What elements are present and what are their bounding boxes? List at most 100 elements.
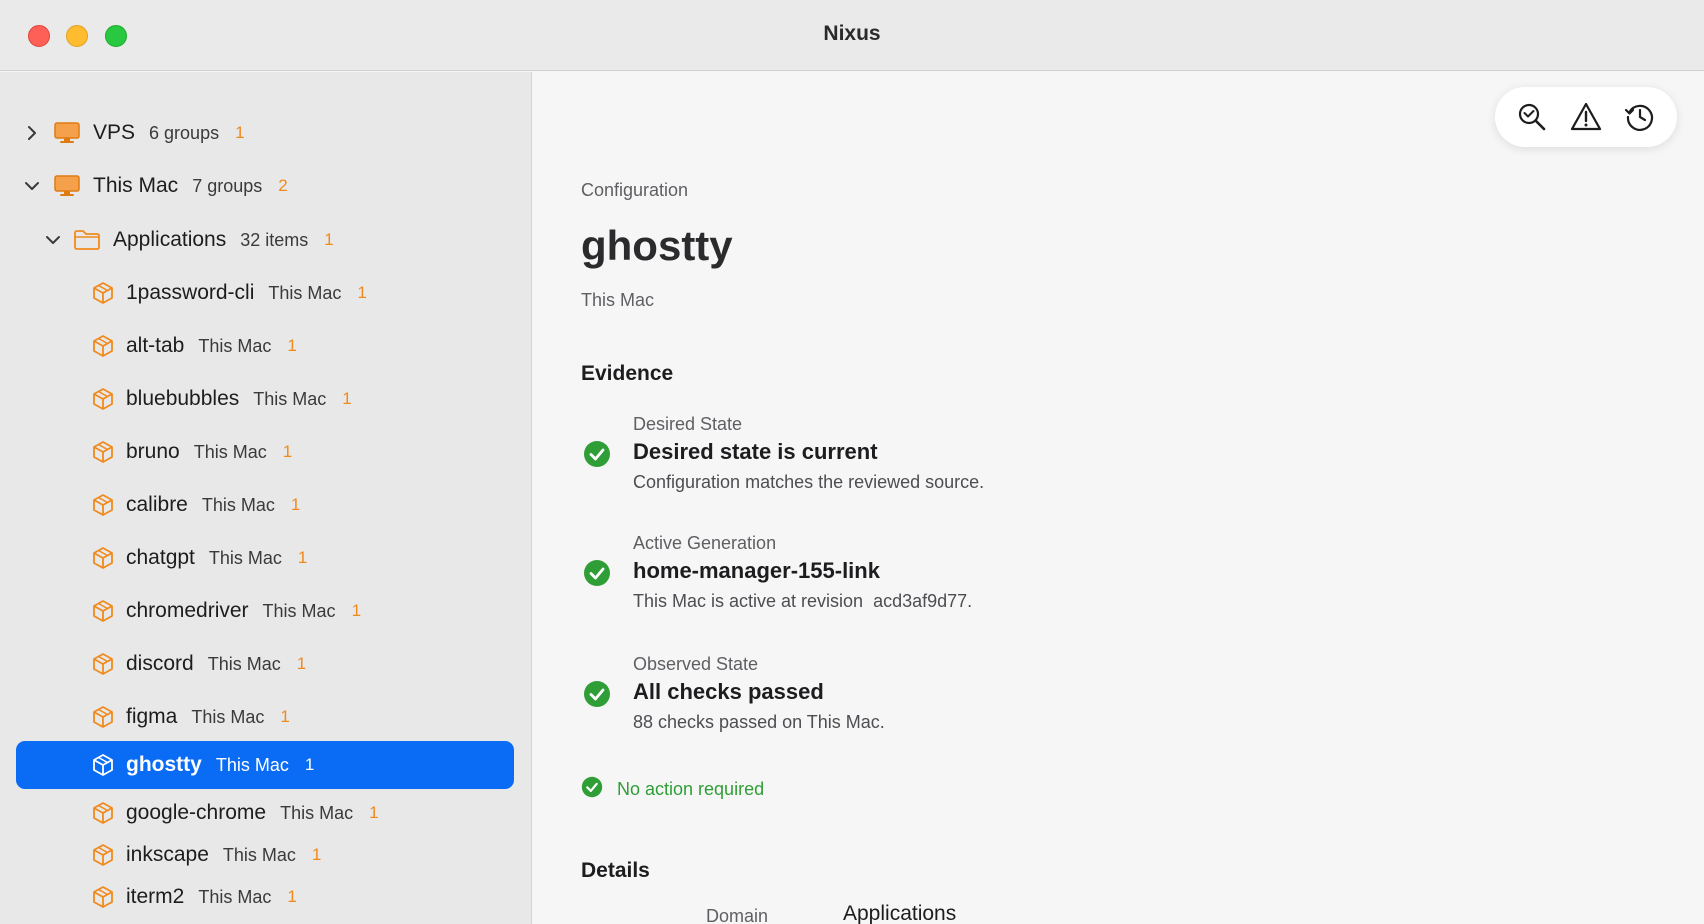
- sidebar-folder-count: 32 items: [240, 229, 309, 250]
- page-subtitle: This Mac: [581, 290, 655, 310]
- sidebar: VPS 6 groups 1 This Mac 7 groups 2 Appli: [0, 72, 532, 924]
- chevron-down-icon[interactable]: [23, 177, 41, 195]
- issue-count-badge: 1: [324, 230, 334, 249]
- zoom-search-button[interactable]: [1510, 95, 1554, 139]
- sidebar-item-host: This Mac: [215, 754, 289, 775]
- sidebar-group-count: 7 groups: [192, 175, 263, 196]
- evidence-description: This Mac is active at revision acd3af9d7…: [633, 591, 973, 611]
- evidence-headline: Desired state is current: [633, 439, 878, 464]
- sidebar-item-host: This Mac: [268, 282, 342, 303]
- sidebar-item-label: inkscape: [126, 843, 209, 866]
- sidebar-item-ghostty[interactable]: ghostty This Mac 1: [16, 741, 514, 789]
- sidebar-item-host: This Mac: [201, 494, 275, 515]
- sidebar-group-count: 6 groups: [149, 122, 220, 143]
- sidebar-item-chatgpt[interactable]: chatgpt This Mac 1: [16, 534, 514, 582]
- title-bar: Nixus: [0, 0, 1704, 71]
- check-circle-icon: [581, 776, 603, 803]
- sidebar-item-1password-cli[interactable]: 1password-cli This Mac 1: [16, 269, 514, 317]
- sidebar-item-inkscape[interactable]: inkscape This Mac 1: [16, 831, 514, 879]
- issue-count-badge: 1: [357, 283, 367, 302]
- sidebar-folder-label: Applications: [113, 228, 227, 251]
- issue-count-badge: 1: [280, 707, 290, 726]
- details-value: Applications: [843, 902, 957, 924]
- evidence-label: Desired State: [633, 414, 743, 434]
- package-icon: [92, 334, 114, 358]
- sidebar-item-host: This Mac: [193, 441, 267, 462]
- issue-count-badge: 1: [297, 548, 308, 567]
- package-icon: [92, 387, 114, 411]
- sidebar-group-label: VPS: [93, 121, 136, 144]
- details-key: Domain: [706, 906, 769, 924]
- sidebar-item-host: This Mac: [208, 547, 282, 568]
- package-icon: [92, 843, 114, 867]
- sidebar-folder-applications[interactable]: Applications 32 items 1: [16, 216, 514, 264]
- sidebar-item-host: This Mac: [198, 335, 272, 356]
- evidence-label: Active Generation: [633, 533, 777, 553]
- details-row-domain: Domain Applications: [581, 902, 1181, 924]
- evidence-description: 88 checks passed on This Mac.: [633, 712, 885, 732]
- sidebar-group-this-mac[interactable]: This Mac 7 groups 2: [16, 162, 514, 210]
- package-icon: [92, 546, 114, 570]
- detail-pane: Configuration ghostty This Mac Evidence …: [533, 72, 1704, 924]
- evidence-description: Configuration matches the reviewed sourc…: [633, 472, 985, 492]
- package-icon: [92, 281, 114, 305]
- sidebar-item-label: ghostty: [126, 753, 202, 776]
- chevron-right-icon[interactable]: [23, 124, 41, 142]
- package-icon: [92, 652, 114, 676]
- sidebar-item-label: google-chrome: [126, 801, 267, 824]
- sidebar-item-host: This Mac: [262, 600, 336, 621]
- issue-count-badge: 1: [304, 755, 315, 774]
- issue-count-badge: 1: [290, 495, 301, 514]
- sidebar-item-label: calibre: [126, 493, 188, 516]
- issue-count-badge: 1: [296, 654, 307, 673]
- chevron-down-icon[interactable]: [44, 231, 62, 249]
- sidebar-item-chromedriver[interactable]: chromedriver This Mac 1: [16, 587, 514, 635]
- sidebar-item-alt-tab[interactable]: alt-tab This Mac 1: [16, 322, 514, 370]
- issue-count-badge: 1: [282, 442, 293, 461]
- history-button[interactable]: [1618, 95, 1662, 139]
- sidebar-item-bluebubbles[interactable]: bluebubbles This Mac 1: [16, 375, 514, 423]
- sidebar-item-label: bluebubbles: [126, 387, 240, 410]
- desktop-icon: [53, 121, 81, 145]
- toolbar: [1495, 87, 1677, 147]
- issue-count-badge: 1: [311, 845, 322, 864]
- check-circle-icon: [583, 559, 611, 592]
- evidence-headline: home-manager-155-link: [633, 558, 880, 583]
- evidence-label: Observed State: [633, 654, 759, 674]
- sidebar-item-label: iterm2: [126, 885, 185, 908]
- warning-triangle-icon: [1570, 102, 1602, 131]
- page-title: ghostty: [581, 222, 733, 269]
- sidebar-item-label: 1password-cli: [126, 281, 255, 304]
- desktop-icon: [53, 174, 81, 198]
- evidence-active-generation: Active Generation home-manager-155-link …: [581, 533, 1481, 623]
- sidebar-item-host: This Mac: [280, 802, 354, 823]
- sidebar-item-label: discord: [126, 652, 194, 675]
- package-icon: [92, 440, 114, 464]
- window-title: Nixus: [823, 22, 881, 45]
- sidebar-item-figma[interactable]: figma This Mac 1: [16, 693, 514, 741]
- sidebar-item-host: This Mac: [207, 653, 281, 674]
- sidebar-item-host: This Mac: [191, 706, 265, 727]
- sidebar-item-iterm2[interactable]: iterm2 This Mac 1: [16, 873, 514, 921]
- app-window: Nixus VPS 6 groups 1 This Mac 7 groups 2…: [0, 0, 1704, 924]
- sidebar-item-host: This Mac: [222, 844, 296, 865]
- history-icon: [1624, 104, 1654, 131]
- issue-count-badge: 1: [342, 389, 352, 408]
- sidebar-item-host: This Mac: [198, 886, 272, 907]
- status-text: No action required: [617, 779, 765, 799]
- details-heading: Details: [581, 859, 650, 882]
- warnings-button[interactable]: [1564, 95, 1608, 139]
- package-icon: [92, 493, 114, 517]
- check-circle-icon: [583, 440, 611, 473]
- sidebar-item-bruno[interactable]: bruno This Mac 1: [16, 428, 514, 476]
- sidebar-item-google-chrome[interactable]: google-chrome This Mac 1: [16, 789, 514, 837]
- sidebar-item-discord[interactable]: discord This Mac 1: [16, 640, 514, 688]
- package-icon: [92, 753, 114, 777]
- evidence-desired-state: Desired State Desired state is current C…: [581, 414, 1481, 504]
- sidebar-item-calibre[interactable]: calibre This Mac 1: [16, 481, 514, 529]
- zoom-search-icon: [1518, 103, 1546, 131]
- issue-count-badge: 1: [287, 336, 297, 355]
- sidebar-item-label: alt-tab: [126, 334, 185, 357]
- sidebar-group-label: This Mac: [93, 174, 179, 197]
- sidebar-group-vps[interactable]: VPS 6 groups 1: [16, 109, 514, 157]
